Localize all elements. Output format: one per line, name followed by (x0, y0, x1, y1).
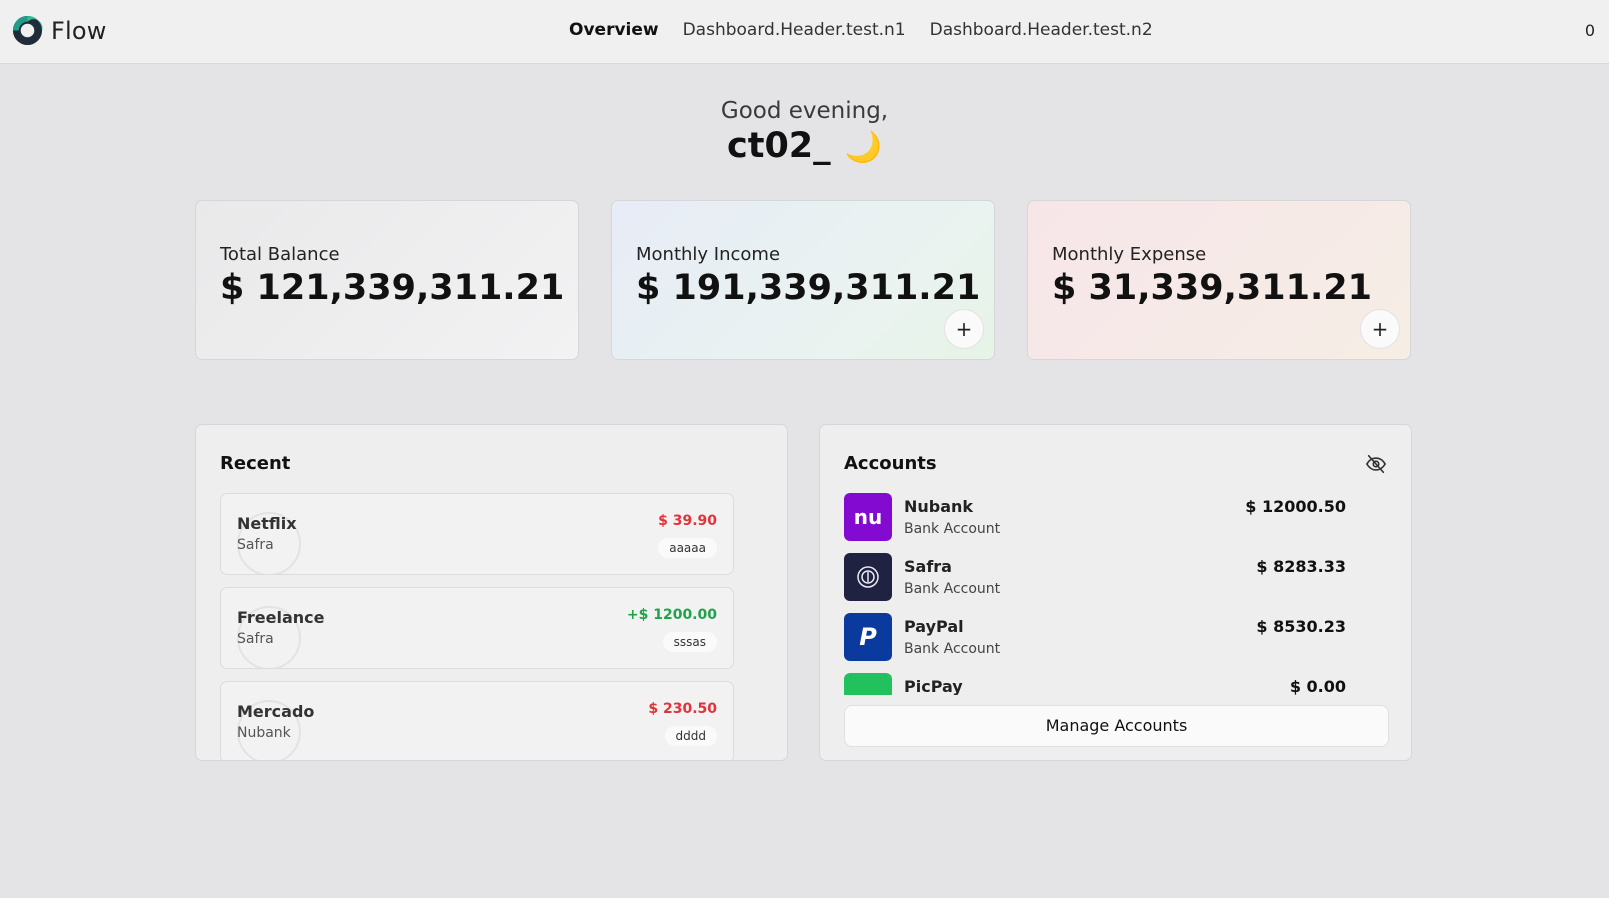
account-type: Bank Account (904, 581, 1001, 597)
accounts-panel: Accounts nu Nubank Bank Account $ 12000.… (819, 424, 1412, 761)
eye-off-icon[interactable] (1365, 453, 1387, 475)
nubank-logo-icon: nu (844, 493, 892, 541)
transaction-bank: Safra (237, 537, 274, 553)
account-type: Bank Account (904, 521, 1001, 537)
paypal-logo-icon: P (844, 613, 892, 661)
total-balance-card: Total Balance $ 121,339,311.21 (195, 200, 579, 360)
total-balance-value: $ 121,339,311.21 (220, 268, 565, 308)
picpay-logo-icon (844, 673, 892, 695)
monthly-expense-value: $ 31,339,311.21 (1052, 268, 1372, 308)
transaction-tag: aaaaa (658, 538, 717, 558)
nav-test-n2[interactable]: Dashboard.Header.test.n2 (930, 20, 1153, 40)
account-balance: $ 8283.33 (1256, 557, 1346, 576)
add-expense-button[interactable]: + (1360, 309, 1400, 349)
account-type: Bank Account (904, 641, 1001, 657)
username: ct02_ (726, 126, 831, 166)
transaction-item[interactable]: Freelance Safra +$ 1200.00 sssas (220, 587, 734, 669)
account-name: Safra (904, 557, 952, 576)
transaction-name: Netflix (237, 514, 297, 533)
monthly-expense-label: Monthly Expense (1052, 244, 1207, 265)
top-header: Flow Overview Dashboard.Header.test.n1 D… (0, 0, 1609, 64)
transaction-item[interactable]: Netflix Safra $ 39.90 aaaaa (220, 493, 734, 575)
total-balance-label: Total Balance (220, 244, 340, 265)
monthly-income-value: $ 191,339,311.21 (636, 268, 981, 308)
transaction-tag: dddd (664, 726, 717, 746)
transaction-bank: Safra (237, 631, 274, 647)
account-balance: $ 12000.50 (1245, 497, 1346, 516)
app-logo[interactable]: Flow (11, 14, 107, 47)
greeting-text: Good evening, (720, 98, 889, 124)
transaction-bank: Nubank (237, 725, 291, 741)
accounts-title: Accounts (844, 453, 937, 474)
header-counter[interactable]: 0 (1585, 21, 1595, 40)
account-name: PayPal (904, 617, 964, 636)
main-nav: Overview Dashboard.Header.test.n1 Dashbo… (569, 20, 1177, 40)
monthly-expense-card: Monthly Expense $ 31,339,311.21 + (1027, 200, 1411, 360)
account-row-safra[interactable]: Safra Bank Account $ 8283.33 (844, 553, 1366, 603)
account-row-nubank[interactable]: nu Nubank Bank Account $ 12000.50 (844, 493, 1366, 543)
account-name: Nubank (904, 497, 974, 516)
moon-icon: 🌙 (844, 130, 883, 165)
monthly-income-label: Monthly Income (636, 244, 781, 265)
transaction-name: Mercado (237, 702, 315, 721)
transaction-tag: sssas (662, 632, 717, 652)
greeting-username: ct02_ 🌙 (0, 126, 1609, 166)
transaction-item[interactable]: Mercado Nubank $ 230.50 dddd (220, 681, 734, 760)
account-balance: $ 0.00 (1289, 677, 1346, 695)
app-name: Flow (51, 16, 107, 45)
account-balance: $ 8530.23 (1256, 617, 1346, 636)
transaction-amount: +$ 1200.00 (626, 607, 717, 623)
transaction-name: Freelance (237, 608, 325, 627)
recent-title: Recent (220, 453, 291, 474)
transaction-amount: $ 230.50 (648, 701, 717, 717)
account-name: PicPay (904, 677, 963, 695)
add-income-button[interactable]: + (944, 309, 984, 349)
manage-accounts-button[interactable]: Manage Accounts (844, 705, 1389, 747)
nav-overview[interactable]: Overview (569, 20, 659, 40)
account-row-paypal[interactable]: P PayPal Bank Account $ 8530.23 (844, 613, 1366, 663)
monthly-income-card: Monthly Income $ 191,339,311.21 + (611, 200, 995, 360)
flow-logo-icon (12, 15, 43, 46)
account-row-picpay[interactable]: PicPay $ 0.00 (844, 673, 1366, 695)
nav-test-n1[interactable]: Dashboard.Header.test.n1 (683, 20, 906, 40)
transaction-amount: $ 39.90 (658, 513, 717, 529)
safra-logo-icon (844, 553, 892, 601)
recent-panel: Recent Netflix Safra $ 39.90 aaaaa Freel… (195, 424, 788, 761)
